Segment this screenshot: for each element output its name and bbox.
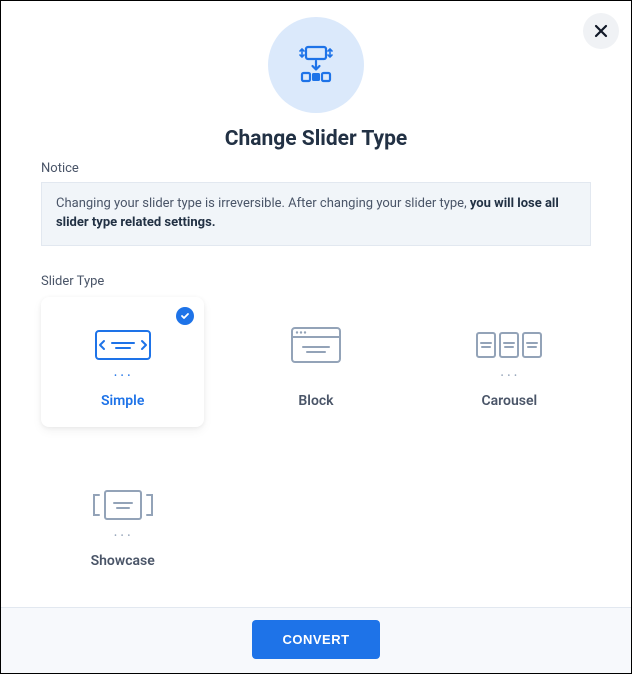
notice-box: Changing your slider type is irreversibl… [41,182,591,246]
option-label: Block [298,393,333,409]
pagination-dots-icon: • • • [114,373,131,379]
modal-title: Change Slider Type [225,127,408,151]
close-icon [594,24,608,38]
carousel-slider-icon [473,319,545,371]
option-label: Showcase [91,553,155,569]
block-slider-icon [286,319,346,371]
change-slider-type-modal: Change Slider Type Notice Changing your … [0,0,632,674]
notice-text: Changing your slider type is irreversibl… [56,196,470,211]
notice-label: Notice [41,161,591,176]
showcase-slider-icon [87,479,159,531]
convert-button[interactable]: CONVERT [252,620,379,659]
slider-type-options: • • • Simple [41,297,591,587]
simple-slider-icon [88,319,158,371]
modal-footer: CONVERT [1,607,631,673]
pagination-dots-icon: • • • [114,533,131,539]
selected-check-icon [176,307,194,325]
close-button[interactable] [583,13,619,49]
slider-type-option-block[interactable]: Block [234,297,397,427]
slider-type-label: Slider Type [41,274,591,289]
slider-type-option-carousel[interactable]: • • • Carousel [428,297,591,427]
slider-type-hero-icon [268,17,364,113]
option-label: Simple [101,393,144,409]
option-label: Carousel [482,393,538,409]
slider-type-option-simple[interactable]: • • • Simple [41,297,204,427]
pagination-dots-icon: • • • [501,373,518,379]
slider-type-option-showcase[interactable]: • • • Showcase [41,457,204,587]
